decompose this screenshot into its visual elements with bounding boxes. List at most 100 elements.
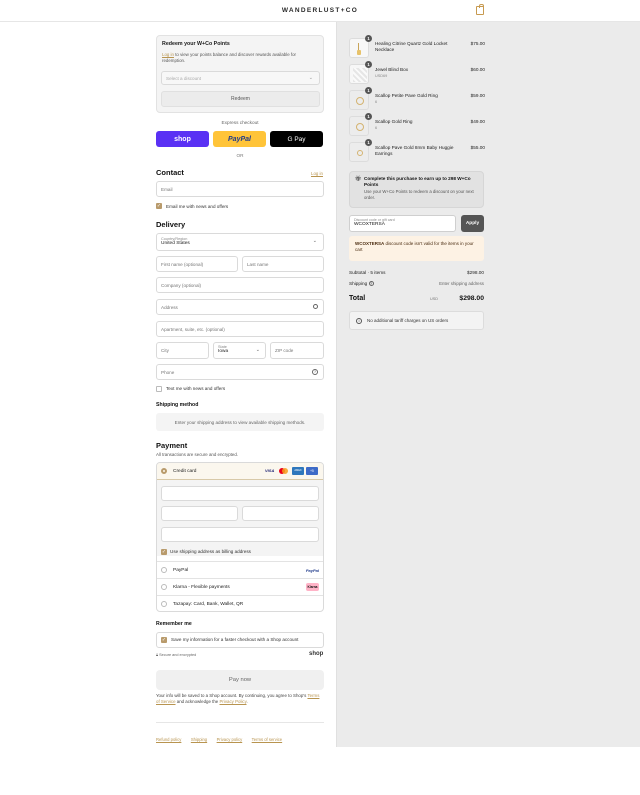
klarna-radio[interactable] bbox=[161, 584, 167, 590]
brand-logo[interactable]: WANDERLUST+CO bbox=[0, 7, 640, 14]
state-select[interactable]: State Iowa ⌄ bbox=[213, 342, 266, 359]
news-checkbox-label: Email me with news and offers bbox=[166, 204, 229, 209]
mastercard-icon bbox=[279, 468, 289, 475]
credit-card-option[interactable]: Credit card VISA AMEX +5 bbox=[157, 463, 323, 480]
or-divider: OR bbox=[236, 153, 244, 158]
zip-field[interactable]: ZIP code bbox=[270, 342, 324, 359]
google-pay-button[interactable]: G Pay bbox=[270, 131, 323, 147]
text-offers-checkbox[interactable] bbox=[156, 386, 162, 392]
redeem-button[interactable]: Redeem bbox=[161, 91, 320, 107]
shipping-method-heading: Shipping method bbox=[156, 402, 199, 408]
email-field[interactable]: Email bbox=[156, 181, 324, 197]
paypal-button[interactable]: PayPal bbox=[213, 131, 266, 147]
save-info-checkbox[interactable]: ✓ bbox=[161, 637, 167, 643]
shop-account-notice: Your info will be saved to a Shop accoun… bbox=[156, 693, 320, 705]
payment-heading: Payment bbox=[156, 441, 188, 450]
paypal-option[interactable]: PayPal PayPal bbox=[157, 561, 323, 578]
earn-points-box: 🎁︎ Complete this purchase to earn up to … bbox=[349, 171, 484, 208]
footer-shipping-link[interactable]: Shipping bbox=[191, 737, 207, 742]
shop-pay-button[interactable]: shop bbox=[156, 131, 209, 147]
billing-checkbox[interactable]: ✓ bbox=[161, 549, 167, 555]
item-price: $75.00 bbox=[470, 41, 485, 46]
subtotal-value: $298.00 bbox=[467, 270, 484, 275]
delivery-heading: Delivery bbox=[156, 220, 186, 229]
discount-error-message: WCOXTERSA discount code isn't valid for … bbox=[349, 236, 484, 261]
contact-heading: Contact bbox=[156, 168, 184, 177]
shopping-bag-icon[interactable] bbox=[476, 4, 484, 15]
address-field[interactable]: Address bbox=[156, 299, 324, 315]
first-name-field[interactable]: First name (optional) bbox=[156, 256, 238, 272]
country-value: United States bbox=[161, 241, 190, 246]
contact-login-link[interactable]: Log in bbox=[311, 171, 323, 176]
cart-item: 1 Scallop Pave Gold 8mm Baby Huggie Earr… bbox=[349, 139, 485, 164]
save-info-label: Save my information for a faster checkou… bbox=[171, 637, 299, 642]
tazapay-radio[interactable] bbox=[161, 601, 167, 607]
phone-field[interactable]: Phone ? bbox=[156, 364, 324, 380]
footer-links: Refund policy Shipping Privacy policy Te… bbox=[156, 722, 324, 746]
chevron-down-icon: ⌄ bbox=[312, 238, 317, 244]
quantity-badge: 1 bbox=[365, 61, 372, 68]
item-name: Healing Citrine Quartz Gold Locket Neckl… bbox=[375, 41, 448, 52]
item-price: $55.00 bbox=[470, 145, 485, 150]
country-select[interactable]: Country/Region United States ⌄ bbox=[156, 233, 324, 251]
total-label: Total bbox=[349, 295, 366, 302]
remember-me-heading: Remember me bbox=[156, 621, 192, 627]
pay-now-button[interactable]: Pay now bbox=[156, 670, 324, 690]
item-name: Scallop Gold Ring bbox=[375, 119, 413, 124]
privacy-link[interactable]: Privacy Policy bbox=[219, 699, 246, 704]
tazapay-option-label: Tazapay: Card, Bank, Wallet, QR bbox=[173, 601, 244, 607]
card-expiry-field[interactable] bbox=[161, 506, 238, 521]
gift-icon: 🎁︎ bbox=[355, 176, 362, 182]
tariff-text: No additional tariff charges on US order… bbox=[367, 318, 449, 323]
discount-code-value: WCOXTERSA bbox=[354, 222, 385, 227]
help-icon[interactable]: ? bbox=[368, 281, 374, 287]
credit-card-radio[interactable] bbox=[161, 468, 167, 474]
city-field[interactable]: City bbox=[156, 342, 209, 359]
footer-refund-link[interactable]: Refund policy bbox=[156, 737, 181, 742]
amex-icon: AMEX bbox=[292, 467, 304, 475]
cart-item: 1 Healing Citrine Quartz Gold Locket Nec… bbox=[349, 35, 485, 60]
quantity-badge: 1 bbox=[365, 87, 372, 94]
shipping-value: Enter shipping address bbox=[439, 281, 484, 286]
tazapay-option[interactable]: Tazapay: Card, Bank, Wallet, QR bbox=[157, 595, 323, 612]
news-checkbox[interactable]: ✓ bbox=[156, 203, 162, 209]
discount-code-field[interactable]: Discount code or gift card WCOXTERSA bbox=[349, 215, 456, 232]
footer-terms-link[interactable]: Terms of service bbox=[252, 737, 282, 742]
shipping-method-placeholder: Enter your shipping address to view avai… bbox=[156, 413, 324, 431]
footer-privacy-link[interactable]: Privacy policy bbox=[217, 737, 243, 742]
points-description: Log in to view your points balance and d… bbox=[162, 52, 296, 64]
item-variant: 6 bbox=[375, 100, 378, 104]
apply-button[interactable]: Apply bbox=[461, 215, 484, 232]
currency-label: USD bbox=[430, 297, 439, 301]
points-redeem-box: Redeem your W+Co Points Log in to view y… bbox=[156, 35, 324, 113]
paypal-radio[interactable] bbox=[161, 567, 167, 573]
secure-encrypted: 🔒︎ Secure and encrypted bbox=[156, 653, 197, 657]
points-title: Redeem your W+Co Points bbox=[162, 41, 230, 47]
more-cards-icon: +5 bbox=[306, 467, 318, 475]
cart-item: 1 Scallop Petite Pave Gold Ring 6 $59.00 bbox=[349, 87, 485, 112]
cart-item: 1 Jewel Blind Box USD69 $60.00 bbox=[349, 61, 485, 86]
card-number-field[interactable] bbox=[161, 486, 319, 501]
klarna-option-label: Klarna - Flexible payments bbox=[173, 584, 230, 590]
subtotal-label: Subtotal · 5 items bbox=[349, 270, 386, 275]
apartment-field[interactable]: Apartment, suite, etc. (optional) bbox=[156, 321, 324, 337]
klarna-option[interactable]: Klarna - Flexible payments Klarna bbox=[157, 578, 323, 595]
search-icon bbox=[313, 304, 318, 309]
card-name-field[interactable] bbox=[161, 527, 319, 542]
card-cvc-field[interactable] bbox=[242, 506, 319, 521]
quantity-badge: 1 bbox=[365, 139, 372, 146]
express-checkout-label: Express checkout bbox=[221, 120, 259, 125]
earn-points-title: Complete this purchase to earn up to 298… bbox=[364, 176, 471, 187]
discount-select[interactable]: Select a discount ⌄ bbox=[161, 71, 320, 85]
discount-select-placeholder: Select a discount bbox=[166, 75, 201, 81]
help-icon[interactable]: ? bbox=[312, 369, 318, 375]
text-offers-label: Text me with news and offers bbox=[166, 386, 226, 391]
earn-points-text: Use your W+Co Points to redeem a discoun… bbox=[364, 189, 474, 200]
info-icon: i bbox=[356, 317, 362, 324]
points-login-link[interactable]: Log in bbox=[162, 52, 174, 57]
last-name-field[interactable]: Last name bbox=[242, 256, 324, 272]
item-name: Jewel Blind Box bbox=[375, 67, 409, 72]
tariff-notice: i No additional tariff charges on US ord… bbox=[349, 311, 484, 330]
item-variant: 6 bbox=[375, 126, 378, 130]
company-field[interactable]: Company (optional) bbox=[156, 277, 324, 293]
